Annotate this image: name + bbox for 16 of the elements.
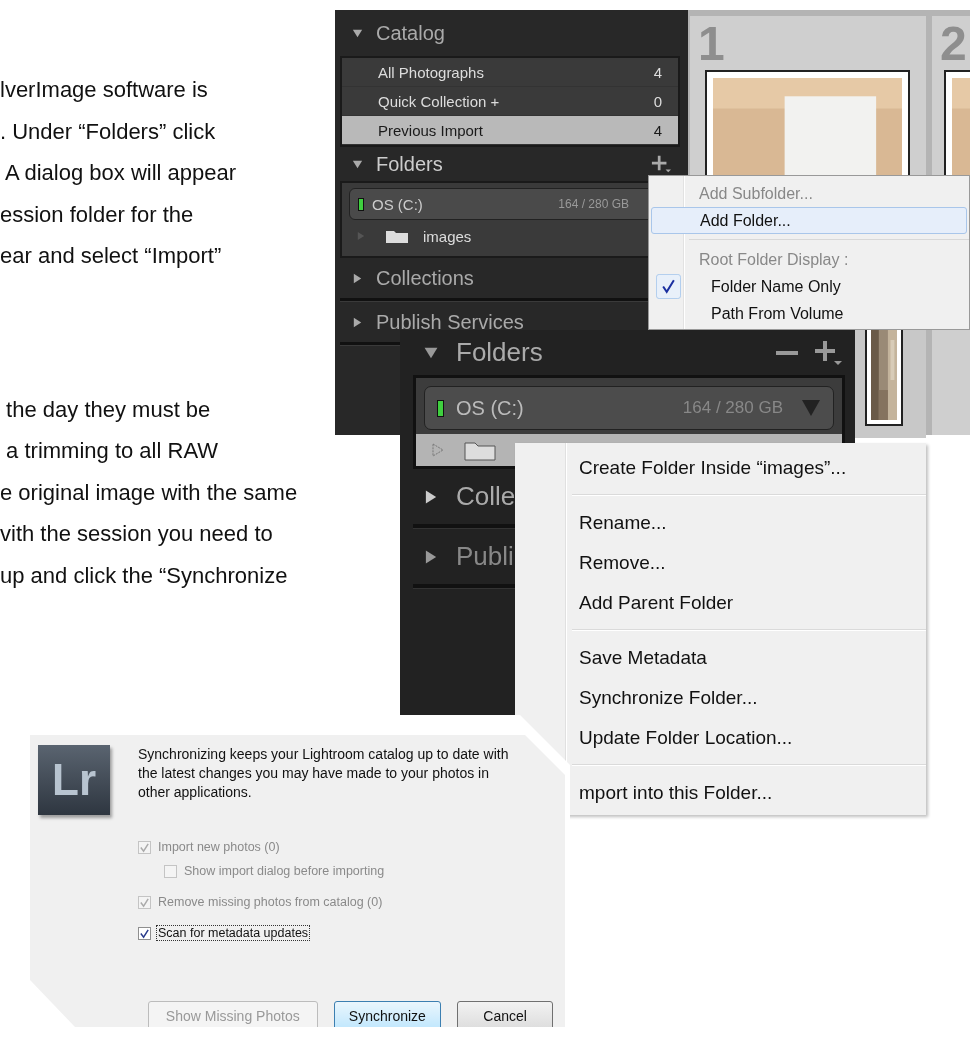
volume-usage: 164 / 280 GB [558,197,629,211]
paragraph: lverImage software is . Under “Folders” click A dialog box will appear ession folder for the ear and select “Import” [0,76,237,270]
section-title: Folders [376,152,443,176]
section-title: Folders [456,337,543,368]
volume-name: OS (C:) [372,195,423,213]
section-title: Publish Services [376,310,524,334]
app-logo: Lr [38,745,110,815]
menu-item: Root Folder Display : [698,250,850,270]
section-title: Colle [456,481,516,512]
volume-name: OS (C:) [456,396,524,420]
paragraph: the day they must be a trimming to all RAW e original image with the same vith the session you need to up and click the “Synchronize [0,395,298,590]
section-title: Collections [376,266,474,290]
dialog-message: Synchronizing keeps your Lightroom catalog up to date with the latest changes you may have made to your photos in other applications. [138,745,510,802]
section-title: Publi [456,541,514,572]
volume-usage: 164 / 280 GB [682,398,783,418]
section-title: Catalog [376,21,445,45]
